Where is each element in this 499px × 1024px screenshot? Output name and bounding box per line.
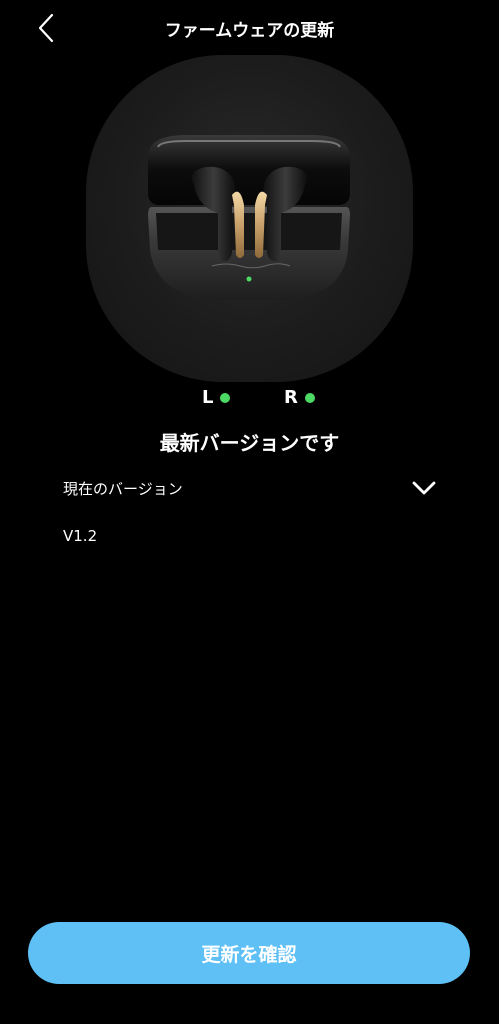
- page-title: ファームウェアの更新: [164, 21, 335, 41]
- firmware-status-message: 最新バージョンです: [159, 431, 340, 455]
- chevron-down-icon: [411, 479, 437, 497]
- earbuds-case-image: [148, 135, 350, 300]
- right-connection-dot-icon: [304, 392, 315, 403]
- left-connection-dot-icon: [220, 392, 231, 403]
- product-image: [86, 55, 413, 382]
- current-version-label: 現在のバージョン: [63, 479, 183, 498]
- left-earbud-label: L: [202, 387, 214, 408]
- current-version-toggle[interactable]: 現在のバージョン: [63, 474, 437, 502]
- right-earbud-label: R: [284, 387, 298, 408]
- firmware-update-screen: ファームウェアの更新 L R 最新バージョンです 現在のバージョン V1.2 更…: [0, 0, 499, 1024]
- right-earbud-indicator: R: [284, 387, 315, 408]
- check-update-button[interactable]: 更新を確認: [28, 922, 470, 984]
- left-earbud-indicator: L: [202, 387, 231, 408]
- current-version-value: V1.2: [63, 527, 98, 545]
